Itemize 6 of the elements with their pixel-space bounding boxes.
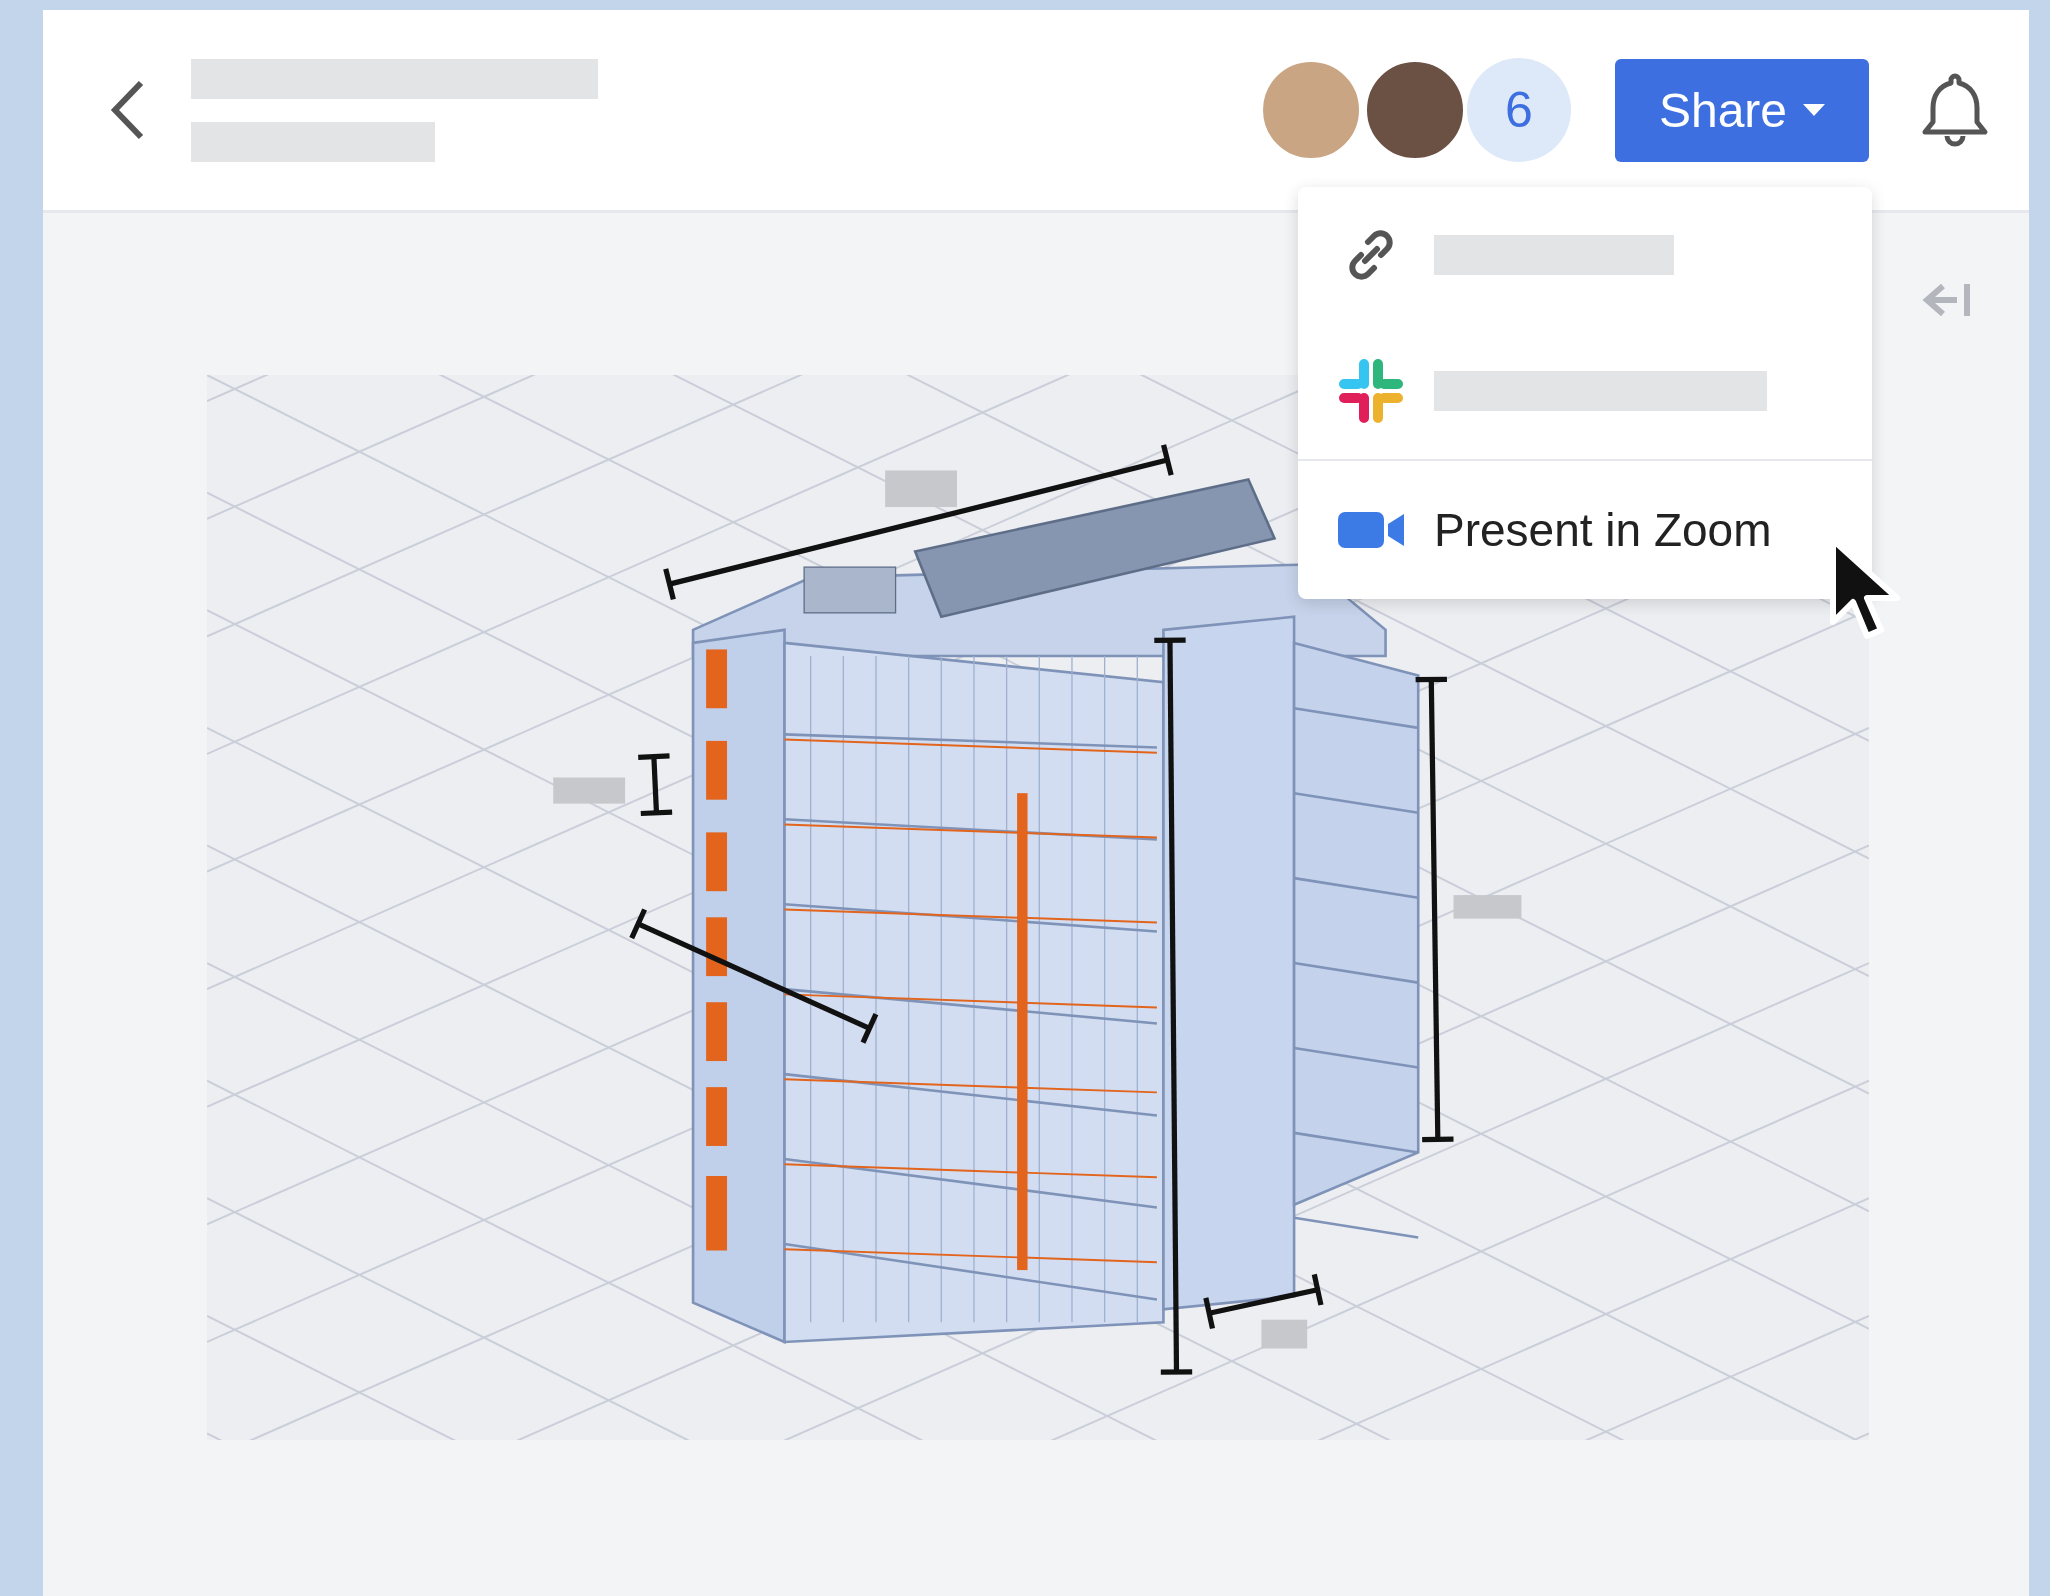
caret-icon [1803, 104, 1826, 116]
video-camera-icon [1338, 510, 1404, 550]
share-button[interactable]: Share [1615, 58, 1869, 162]
collaborator-count[interactable]: 6 [1467, 58, 1571, 162]
slack-logo-icon [1338, 358, 1404, 424]
present-in-zoom-option[interactable]: Present in Zoom [1434, 503, 1772, 557]
